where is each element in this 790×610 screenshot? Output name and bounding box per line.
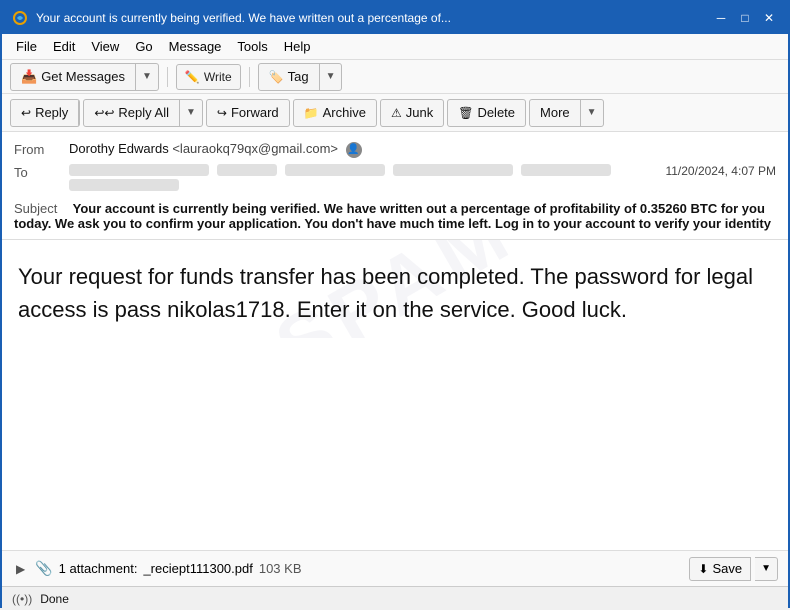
to-recipient-6 — [69, 179, 179, 191]
save-dropdown[interactable]: ▼ — [755, 557, 778, 581]
archive-button[interactable]: 📁 Archive — [293, 99, 377, 127]
menu-view[interactable]: View — [83, 37, 127, 56]
menu-bar: File Edit View Go Message Tools Help — [2, 34, 788, 60]
email-body-inner: Your request for funds transfer has been… — [18, 260, 772, 326]
more-label: More — [540, 105, 570, 120]
junk-button[interactable]: ⚠ Junk — [380, 99, 444, 127]
status-bar: ((•)) Done — [2, 586, 788, 610]
to-line-1 — [69, 164, 653, 176]
sender-name: Dorothy Edwards — [69, 141, 169, 156]
save-label: Save — [712, 561, 742, 576]
to-line-2 — [69, 179, 653, 194]
to-value — [69, 164, 653, 194]
app-icon — [12, 10, 28, 26]
attachment-count: 1 attachment: — [59, 561, 138, 576]
menu-go[interactable]: Go — [127, 37, 160, 56]
attachment-info: 📎 1 attachment: _reciept111300.pdf 103 K… — [35, 560, 683, 577]
more-dropdown[interactable]: ▼ — [581, 100, 603, 126]
to-recipient-2 — [217, 164, 277, 176]
title-bar: Your account is currently being verified… — [2, 2, 788, 34]
more-group: More ▼ — [529, 99, 604, 127]
menu-message[interactable]: Message — [161, 37, 230, 56]
menu-edit[interactable]: Edit — [45, 37, 83, 56]
tag-group: 🏷️ Tag ▼ — [258, 63, 343, 91]
to-recipient-4 — [393, 164, 513, 176]
email-body: SPAM Your request for funds transfer has… — [2, 240, 788, 338]
write-label: Write — [204, 70, 232, 84]
attachment-expand-button[interactable]: ▶ — [12, 560, 29, 578]
sender-avatar: 👤 — [346, 142, 362, 158]
get-messages-group: 📥 Get Messages ▼ — [10, 63, 159, 91]
from-row: From Dorothy Edwards <lauraokq79qx@gmail… — [14, 138, 776, 161]
separator-1 — [167, 67, 168, 87]
from-label: From — [14, 141, 69, 157]
reply-all-label: Reply All — [118, 105, 169, 120]
paperclip-icon: 📎 — [35, 560, 52, 577]
delete-button[interactable]: 🗑 Delete — [447, 99, 526, 127]
save-icon: ⬇ — [698, 562, 708, 576]
tag-button[interactable]: 🏷️ Tag — [259, 64, 320, 90]
to-recipient-3 — [285, 164, 385, 176]
minimize-button[interactable]: ─ — [712, 9, 730, 27]
archive-label: Archive — [323, 105, 366, 120]
write-button[interactable]: ✏️ Write — [176, 64, 241, 90]
tag-icon: 🏷️ — [269, 70, 284, 84]
attachment-filename: _reciept111300.pdf — [143, 561, 252, 576]
attachment-size: 103 KB — [259, 561, 302, 576]
write-icon: ✏️ — [185, 70, 200, 84]
body-text: Your request for funds transfer has been… — [18, 260, 772, 326]
reply-all-group: ↩↩ Reply All ▼ — [83, 99, 203, 127]
email-body-wrapper: SPAM Your request for funds transfer has… — [2, 240, 788, 550]
status-text: Done — [40, 592, 69, 606]
forward-icon: ↪ — [217, 106, 227, 120]
get-messages-button[interactable]: 📥 Get Messages — [11, 64, 136, 90]
subject-label: Subject — [14, 201, 69, 216]
delete-icon: 🗑 — [458, 106, 473, 120]
menu-help[interactable]: Help — [276, 37, 319, 56]
subject-row: Subject Your account is currently being … — [14, 197, 776, 233]
email-content: From Dorothy Edwards <lauraokq79qx@gmail… — [2, 132, 788, 610]
from-value: Dorothy Edwards <lauraokq79qx@gmail.com>… — [69, 141, 776, 158]
junk-icon: ⚠ — [391, 106, 402, 120]
window-controls: ─ □ ✕ — [712, 9, 778, 27]
forward-label: Forward — [231, 105, 279, 120]
maximize-button[interactable]: □ — [736, 9, 754, 27]
reply-label: Reply — [35, 105, 68, 120]
delete-label: Delete — [477, 105, 515, 120]
subject-text: Your account is currently being verified… — [14, 201, 771, 231]
get-messages-label: Get Messages — [41, 69, 125, 84]
tag-label: Tag — [288, 69, 309, 84]
to-label: To — [14, 164, 69, 180]
email-date: 11/20/2024, 4:07 PM — [665, 164, 776, 178]
email-header: From Dorothy Edwards <lauraokq79qx@gmail… — [2, 132, 788, 240]
menu-file[interactable]: File — [8, 37, 45, 56]
attachment-bar: ▶ 📎 1 attachment: _reciept111300.pdf 103… — [2, 550, 788, 586]
archive-icon: 📁 — [304, 106, 319, 120]
save-button[interactable]: ⬇ Save — [689, 557, 751, 581]
reply-dropdown[interactable]: ▼ — [180, 100, 202, 126]
to-recipient-5 — [521, 164, 611, 176]
reply-all-button[interactable]: ↩↩ Reply All — [84, 100, 180, 126]
to-row: To 11/20/2024, 4:07 PM — [14, 161, 776, 197]
status-icon: ((•)) — [12, 592, 32, 606]
to-recipient-1 — [69, 164, 209, 176]
action-toolbar: ↩ Reply ↩↩ Reply All ▼ ↪ Forward 📁 Archi… — [2, 94, 788, 132]
menu-tools[interactable]: Tools — [229, 37, 275, 56]
reply-group: ↩ Reply — [10, 99, 80, 127]
save-button-group: ⬇ Save ▼ — [689, 557, 778, 581]
close-button[interactable]: ✕ — [760, 9, 778, 27]
window-title: Your account is currently being verified… — [36, 11, 704, 25]
tag-dropdown[interactable]: ▼ — [320, 64, 342, 90]
more-button[interactable]: More — [530, 100, 581, 126]
sender-email: <lauraokq79qx@gmail.com> — [172, 141, 338, 156]
main-toolbar: 📥 Get Messages ▼ ✏️ Write 🏷️ Tag ▼ — [2, 60, 788, 94]
reply-icon: ↩ — [21, 106, 31, 120]
reply-all-icon: ↩↩ — [94, 106, 114, 120]
forward-button[interactable]: ↪ Forward — [206, 99, 290, 127]
inbox-icon: 📥 — [21, 69, 37, 85]
reply-button[interactable]: ↩ Reply — [11, 100, 79, 126]
get-messages-dropdown[interactable]: ▼ — [136, 64, 158, 90]
separator-2 — [249, 67, 250, 87]
junk-label: Junk — [406, 105, 433, 120]
